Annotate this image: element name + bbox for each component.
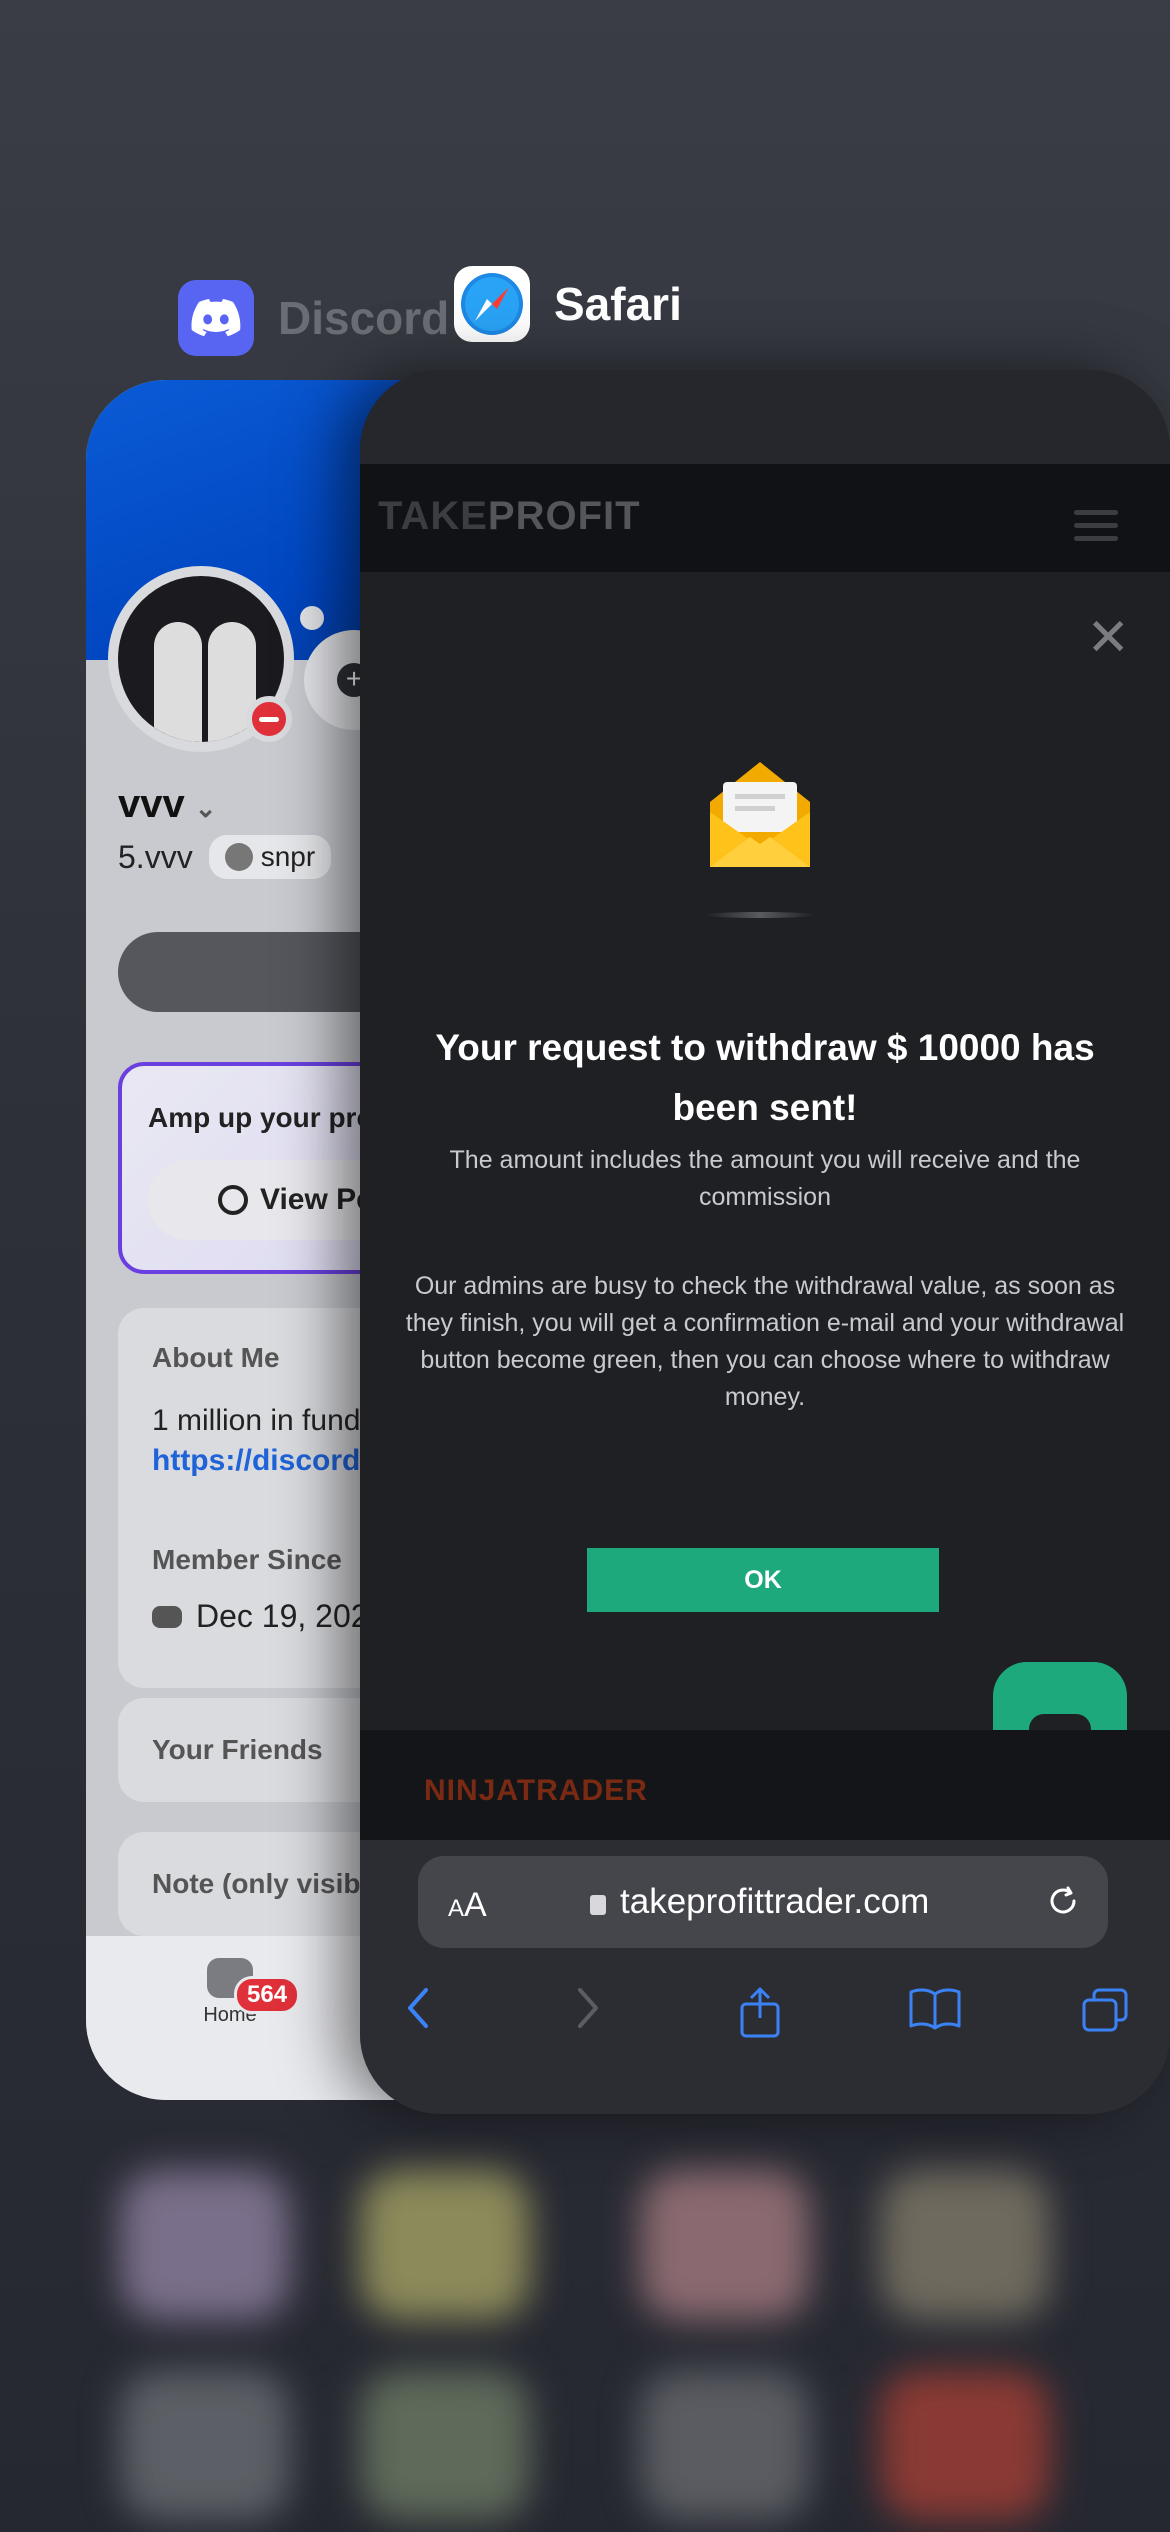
- safari-app-card[interactable]: TAKEPROFIT ✕ Your request to withdraw $ …: [360, 370, 1170, 2114]
- envelope-icon: [705, 752, 815, 872]
- about-me-title: About Me: [152, 1342, 280, 1373]
- safari-app-icon: [454, 266, 530, 342]
- address-bar[interactable]: AA takeprofittrader.com: [418, 1856, 1108, 1948]
- notification-badge: 564: [234, 1976, 301, 2014]
- nav-toolbar: [360, 1976, 1170, 2056]
- blurred-home-screen: [120, 2160, 1070, 2532]
- forward-icon[interactable]: [576, 1986, 602, 2041]
- discord-app-icon: [178, 280, 254, 356]
- menu-icon[interactable]: [1074, 510, 1118, 549]
- back-icon[interactable]: [404, 1986, 430, 2041]
- safari-app-name: Safari: [554, 278, 682, 330]
- tabs-icon[interactable]: [1080, 1986, 1130, 2045]
- server-tag[interactable]: snpr: [208, 835, 332, 879]
- withdraw-confirmation-modal: ✕ Your request to withdraw $ 10000 has b…: [360, 572, 1170, 1732]
- lock-icon: [590, 1895, 606, 1915]
- bookmarks-icon[interactable]: [908, 1986, 962, 2041]
- reader-settings-button[interactable]: AA: [448, 1886, 487, 1925]
- chevron-down-icon: ⌄: [194, 793, 217, 823]
- close-icon[interactable]: ✕: [1086, 612, 1130, 664]
- nitro-icon: [218, 1185, 248, 1215]
- discord-app-label[interactable]: Discord: [178, 280, 449, 356]
- discord-app-name: Discord: [278, 292, 450, 344]
- url-text: takeprofittrader.com: [590, 1882, 929, 1922]
- ninjatrader-banner: NINJATRADER: [360, 1730, 1170, 1840]
- modal-subtitle: The amount includes the amount you will …: [449, 1146, 1081, 1211]
- user-handle: 5.vvv: [118, 838, 193, 875]
- handle-row: 5.vvv snpr: [118, 835, 332, 879]
- safari-app-label[interactable]: Safari: [454, 266, 682, 342]
- skull-icon: [224, 843, 253, 871]
- member-since-title: Member Since: [152, 1544, 342, 1575]
- about-me-text: 1 million in fund: [152, 1404, 361, 1437]
- modal-body-text: Our admins are busy to check the withdra…: [405, 1272, 1125, 1411]
- discord-icon: [152, 1605, 182, 1628]
- site-header: TAKEPROFIT: [360, 464, 1170, 574]
- safari-toolbar: AA takeprofittrader.com: [360, 1840, 1170, 2114]
- ok-button[interactable]: OK: [587, 1548, 939, 1612]
- reload-icon[interactable]: [1046, 1884, 1080, 1927]
- modal-title: Your request to withdraw $ 10000 has bee…: [435, 1027, 1095, 1128]
- dnd-status-icon: [246, 696, 292, 742]
- site-logo[interactable]: TAKEPROFIT: [378, 494, 641, 539]
- username[interactable]: vvv ⌄: [118, 782, 217, 827]
- promo-text: Amp up your prof: [148, 1102, 383, 1133]
- tab-home[interactable]: Home 564: [190, 1958, 301, 2027]
- about-me-link[interactable]: https://discord: [152, 1444, 360, 1478]
- share-icon[interactable]: [738, 1986, 782, 2049]
- member-since-date: Dec 19, 2024: [152, 1598, 386, 1635]
